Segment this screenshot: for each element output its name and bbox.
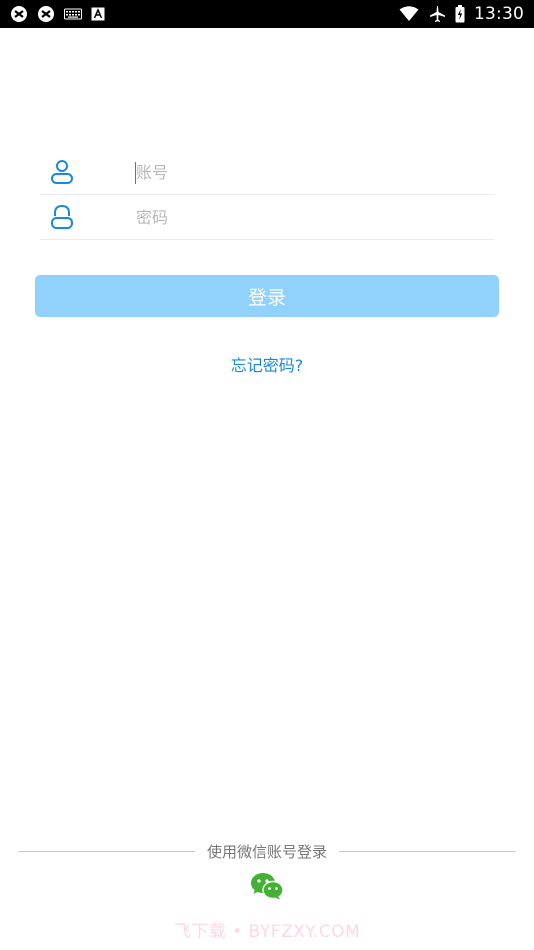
status-time: 13:30 [474,4,524,24]
third-party-login-label: 使用微信账号登录 [207,842,328,861]
wechat-login-button[interactable] [250,873,284,903]
account-input[interactable] [136,150,476,194]
lock-icon [50,204,74,230]
status-right-icons: 13:30 [399,4,524,24]
login-form [40,150,494,240]
app-icon [10,5,28,23]
password-row [40,195,494,240]
status-bar: 13:30 [0,0,534,28]
app-icon [37,5,55,23]
login-screen: 13:30 登录 忘记密码? [0,0,534,950]
wechat-icon [250,872,284,904]
keyboard-icon [64,8,82,20]
airplane-icon [428,5,446,23]
divider-line-right [339,850,517,852]
user-icon [50,159,74,185]
third-party-divider: 使用微信账号登录 [18,840,517,862]
login-button[interactable]: 登录 [35,275,499,317]
battery-icon [455,5,465,23]
wifi-icon [399,6,419,22]
forgot-password-link[interactable]: 忘记密码? [0,352,534,376]
account-row [40,150,494,195]
status-left-icons [10,5,105,23]
password-input[interactable] [136,195,476,239]
text-a-icon [91,7,105,21]
divider-line-left [18,850,195,852]
watermark: 飞下载 • BYFZXY.COM [173,922,361,942]
